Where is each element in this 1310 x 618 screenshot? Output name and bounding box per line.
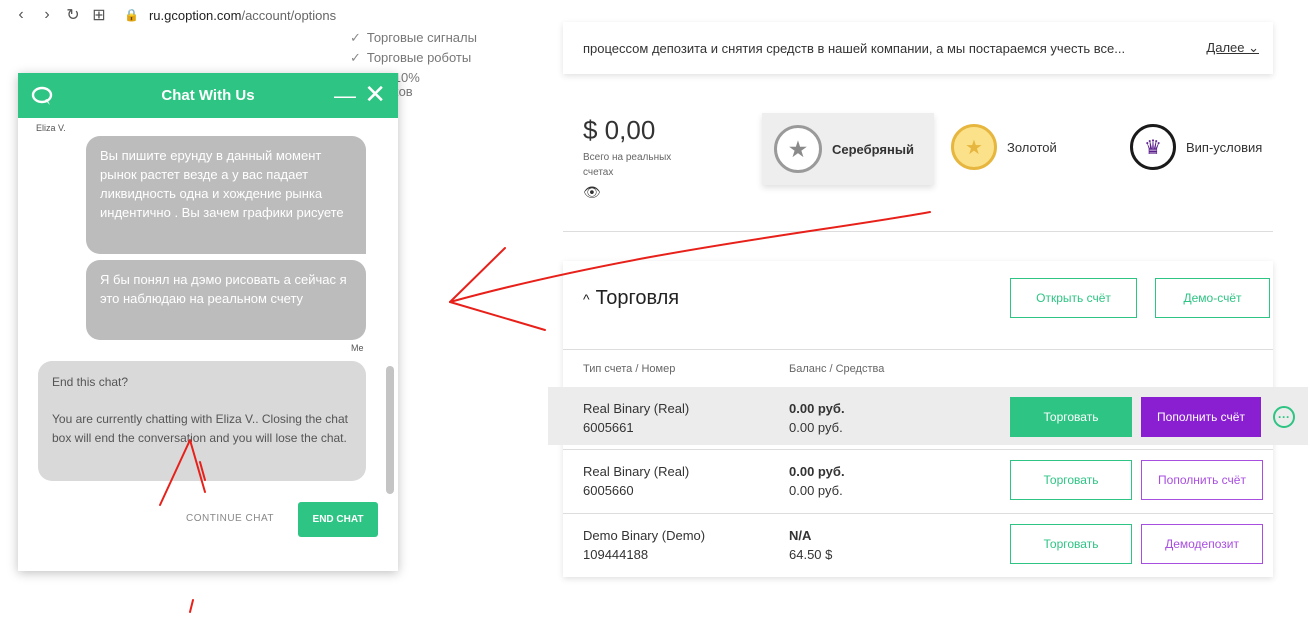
trade-panel: ^ Торговля Открыть счёт Демо-счёт Тип сче… <box>548 261 1308 577</box>
scrollbar-thumb[interactable] <box>386 366 394 494</box>
demo-deposit-button[interactable]: Демодепозит <box>1141 524 1263 564</box>
table-row: Demo Binary (Demo) 109444188 N/A 64.50 $ Т… <box>563 513 1273 571</box>
close-icon[interactable]: ✕ <box>364 79 386 109</box>
message-bubble: Вы пишите ерунду в данный момент рынок р… <box>86 136 366 254</box>
reload-icon[interactable]: ↻ <box>60 3 86 27</box>
back-icon[interactable]: ‹ <box>8 3 34 27</box>
chat-messages: Eliza V. Вы пишите ерунду в данный момен… <box>18 118 398 571</box>
end-chat-text: You are currently chatting with Eliza V.… <box>52 412 348 445</box>
check-icon: ✓ <box>350 30 361 45</box>
message-bubble: Я бы понял на дэмо рисовать а сейчас я э… <box>86 260 366 340</box>
end-chat-button[interactable]: END CHAT <box>298 502 378 537</box>
star-icon: ★ <box>951 124 997 170</box>
chat-header: Chat With Us — ✕ <box>18 73 398 118</box>
demo-account-button[interactable]: Демо-счёт <box>1155 278 1270 318</box>
notice-text: процессом депозита и снятия средств в на… <box>583 40 1126 56</box>
star-icon: ★ <box>774 125 822 173</box>
balance-cell: 0.00 руб. 0.00 руб. <box>789 401 845 435</box>
table-row: Real Binary (Real) 6005661 0.00 руб. 0.00 … <box>548 387 1308 445</box>
table-row: Real Binary (Real) 6005660 0.00 руб. 0.00 … <box>563 449 1273 507</box>
column-header-account: Тип счета / Номер <box>583 363 676 375</box>
status-gold[interactable]: ★ Золотой <box>951 124 1057 170</box>
forward-icon[interactable]: › <box>34 3 60 27</box>
url-host: ru.gcoption.com <box>148 7 242 23</box>
sender-me-label: Me <box>351 343 364 353</box>
balance-cell: N/A 64.50 $ <box>789 528 833 562</box>
column-header-balance: Баланс / Средства <box>789 363 885 375</box>
divider <box>563 231 1273 232</box>
eye-icon[interactable]: 👁 <box>583 184 703 201</box>
address-bar[interactable]: 🔒 ru.gcoption.com/account/options <box>124 8 336 23</box>
account-cell: Demo Binary (Demo) 109444188 <box>583 528 706 562</box>
trade-section-title[interactable]: ^ Торговля <box>583 287 679 310</box>
notice-more-link[interactable]: Далее ⌄ <box>1206 40 1259 56</box>
trade-button[interactable]: Торговать <box>1010 397 1132 437</box>
chat-widget: Chat With Us — ✕ Eliza V. Вы пишите ерун… <box>18 73 398 571</box>
balance-label: Всего на реальных счетах <box>583 152 672 178</box>
feature-item: ✓ Торговые сигналы <box>350 30 477 45</box>
end-chat-question: End this chat? <box>52 375 129 389</box>
url-path: /account/options <box>241 7 337 23</box>
open-account-button[interactable]: Открыть счёт <box>1010 278 1137 318</box>
balance-summary: $ 0,00 Всего на реальных счетах 👁 <box>583 115 703 201</box>
annotation-arrowhead <box>449 301 546 331</box>
sender-name: Eliza V. <box>36 123 66 133</box>
annotation-arrowhead <box>449 247 506 303</box>
deposit-button[interactable]: Пополнить счёт <box>1141 397 1261 437</box>
deposit-button[interactable]: Пополнить счёт <box>1141 460 1263 500</box>
status-silver[interactable]: ★ Серебряный <box>762 113 934 185</box>
balance-amount: $ 0,00 <box>583 115 656 145</box>
crown-icon: ♛ <box>1130 124 1176 170</box>
page: ‹ › ↻ ⊞ 🔒 ru.gcoption.com/account/option… <box>0 0 1310 618</box>
divider <box>563 349 1273 350</box>
account-cell: Real Binary (Real) 6005661 <box>583 401 690 435</box>
balance-cell: 0.00 руб. 0.00 руб. <box>789 464 845 498</box>
continue-chat-button[interactable]: CONTINUE CHAT <box>186 513 274 524</box>
trade-button[interactable]: Торговать <box>1010 460 1132 500</box>
more-options-icon[interactable]: ··· <box>1273 406 1295 428</box>
notice-banner: процессом депозита и снятия средств в на… <box>563 22 1273 74</box>
status-vip[interactable]: ♛ Вип-условия <box>1130 124 1262 170</box>
chevron-up-icon: ^ <box>583 290 590 307</box>
account-cell: Real Binary (Real) 6005660 <box>583 464 690 498</box>
annotation-arrow-line <box>189 599 194 613</box>
minimize-icon[interactable]: — <box>334 83 356 109</box>
chat-bubble-icon <box>30 84 54 108</box>
check-icon: ✓ <box>350 50 361 65</box>
trade-button[interactable]: Торговать <box>1010 524 1132 564</box>
apps-icon[interactable]: ⊞ <box>86 3 112 27</box>
lock-icon: 🔒 <box>124 8 139 22</box>
feature-item: ✓ Торговые роботы <box>350 50 472 65</box>
end-chat-dialog: End this chat? You are currently chattin… <box>38 361 366 481</box>
